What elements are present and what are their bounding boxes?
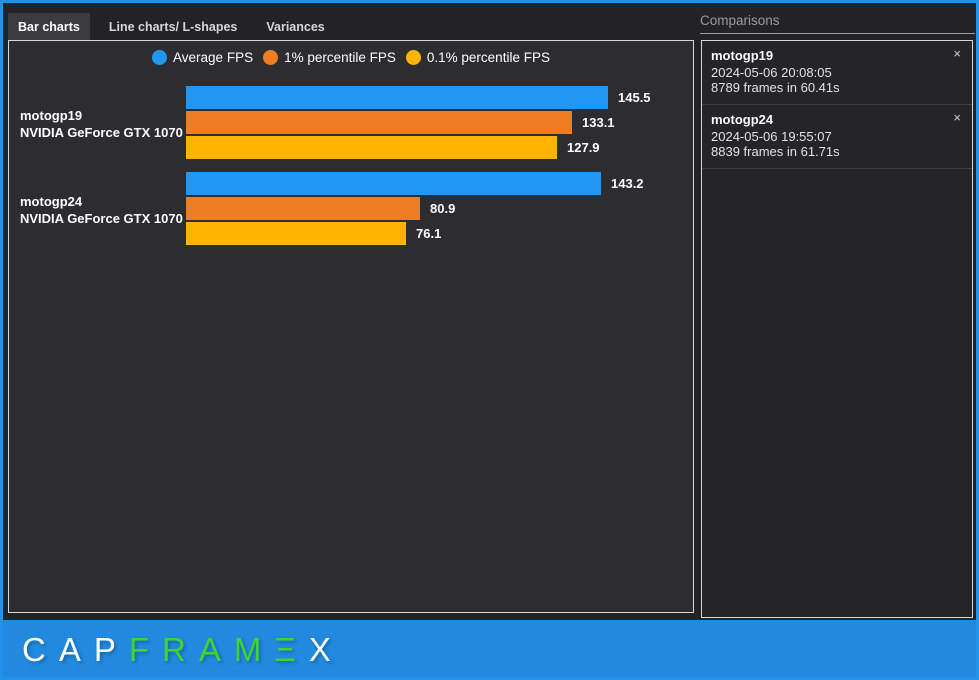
capframex-logo: CAPFRAMΞX bbox=[22, 631, 344, 669]
legend-label: 0.1% percentile FPS bbox=[426, 50, 550, 65]
comparisons-title: Comparisons bbox=[700, 13, 975, 34]
bar-value: 143.2 bbox=[611, 176, 644, 191]
legend-dot-01-percentile-icon bbox=[405, 50, 421, 65]
tab-variances[interactable]: Variances bbox=[256, 13, 334, 40]
bar-value: 145.5 bbox=[618, 90, 651, 105]
bar-value: 133.1 bbox=[582, 115, 615, 130]
bar-row: 133.1 bbox=[186, 111, 693, 134]
legend-item-1-percentile-fps: 1% percentile FPS bbox=[263, 50, 396, 65]
logo-part-fram: FRAM bbox=[128, 631, 275, 668]
tab-bar: Bar charts Line charts/ L-shapes Varianc… bbox=[8, 3, 344, 40]
bar-average-fps bbox=[186, 172, 601, 195]
bar-value: 76.1 bbox=[416, 226, 442, 241]
legend-dot-average-fps-icon bbox=[152, 50, 168, 65]
tab-line-charts-l-shapes[interactable]: Line charts/ L-shapes bbox=[99, 13, 248, 40]
comparison-frames: 8789 frames in 60.41s bbox=[711, 79, 840, 95]
comparison-name: motogp24 bbox=[711, 112, 774, 127]
tab-bar-charts[interactable]: Bar charts bbox=[8, 13, 90, 40]
bar-row: 80.9 bbox=[186, 197, 693, 220]
bar-row: 76.1 bbox=[186, 222, 693, 245]
bar-row: 145.5 bbox=[186, 86, 693, 109]
group-subtitle: NVIDIA GeForce GTX 1070 bbox=[20, 210, 183, 226]
legend-item-01-percentile-fps: 0.1% percentile FPS bbox=[405, 50, 550, 65]
footer-bar: CAPFRAMΞX bbox=[0, 620, 979, 680]
bar-chart-panel: Average FPS 1% percentile FPS 0.1% perce… bbox=[8, 40, 694, 613]
legend-label: 1% percentile FPS bbox=[284, 50, 396, 65]
bar-group-motogp24: motogp24 NVIDIA GeForce GTX 1070 143.2 8… bbox=[9, 172, 693, 247]
comparison-datetime: 2024-05-06 20:08:05 bbox=[711, 65, 832, 80]
bar-value: 80.9 bbox=[430, 201, 456, 216]
group-label: motogp19 NVIDIA GeForce GTX 1070 bbox=[9, 107, 186, 141]
comparison-datetime: 2024-05-06 19:55:07 bbox=[711, 129, 832, 144]
bar-value: 127.9 bbox=[567, 140, 600, 155]
group-title: motogp24 bbox=[20, 193, 83, 209]
group-title: motogp19 bbox=[20, 107, 83, 123]
group-subtitle: NVIDIA GeForce GTX 1070 bbox=[20, 124, 183, 140]
bar-groups: motogp19 NVIDIA GeForce GTX 1070 145.5 1… bbox=[9, 86, 693, 258]
logo-letter-e-stylized-icon: Ξ bbox=[274, 631, 309, 668]
bar-01-percentile-fps bbox=[186, 136, 557, 159]
group-label: motogp24 NVIDIA GeForce GTX 1070 bbox=[9, 193, 186, 227]
logo-part-x: X bbox=[308, 631, 344, 668]
comparison-item-motogp24[interactable]: motogp24 2024-05-06 19:55:07 8839 frames… bbox=[702, 105, 972, 169]
comparison-name: motogp19 bbox=[711, 48, 774, 63]
comparisons-list: motogp19 2024-05-06 20:08:05 8789 frames… bbox=[701, 40, 973, 618]
bar-1-percentile-fps bbox=[186, 111, 572, 134]
legend-dot-1-percentile-icon bbox=[263, 50, 279, 65]
bar-group-motogp19: motogp19 NVIDIA GeForce GTX 1070 145.5 1… bbox=[9, 86, 693, 161]
comparison-frames: 8839 frames in 61.71s bbox=[711, 143, 840, 159]
chart-legend: Average FPS 1% percentile FPS 0.1% perce… bbox=[9, 50, 693, 65]
group-bars: 143.2 80.9 76.1 bbox=[186, 172, 693, 247]
bar-average-fps bbox=[186, 86, 608, 109]
legend-label: Average FPS bbox=[173, 50, 254, 65]
bar-row: 127.9 bbox=[186, 136, 693, 159]
close-icon[interactable]: × bbox=[953, 111, 961, 124]
bar-row: 143.2 bbox=[186, 172, 693, 195]
group-bars: 145.5 133.1 127.9 bbox=[186, 86, 693, 161]
bar-01-percentile-fps bbox=[186, 222, 406, 245]
legend-item-average-fps: Average FPS bbox=[152, 50, 253, 65]
bar-1-percentile-fps bbox=[186, 197, 420, 220]
close-icon[interactable]: × bbox=[953, 47, 961, 60]
comparison-item-motogp19[interactable]: motogp19 2024-05-06 20:08:05 8789 frames… bbox=[702, 41, 972, 105]
logo-part-cap: CAP bbox=[22, 631, 129, 668]
